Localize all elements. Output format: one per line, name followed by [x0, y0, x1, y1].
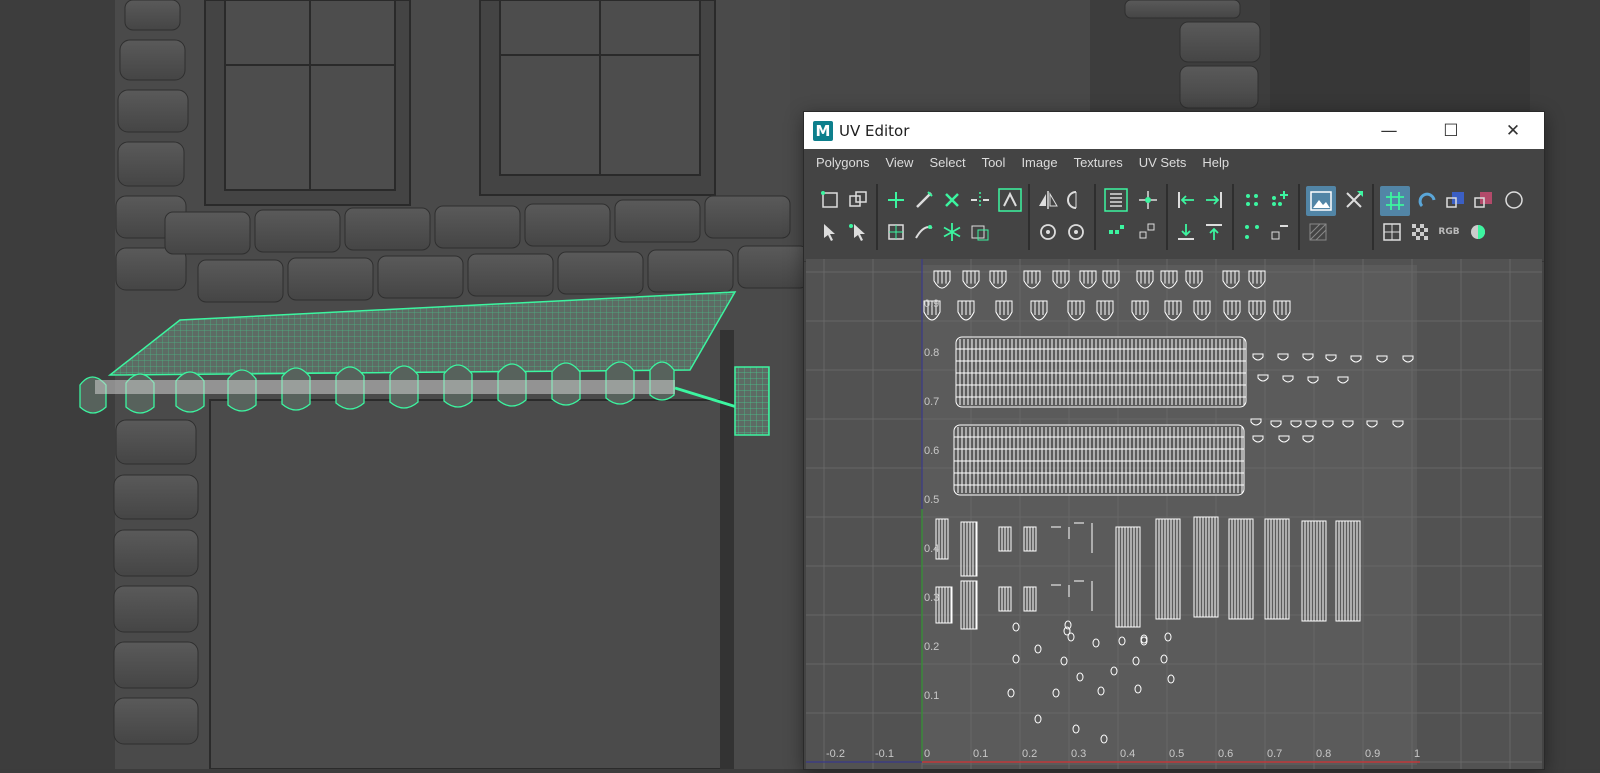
stitch-icon[interactable]: [968, 188, 992, 212]
v-tick: 0.8: [924, 347, 939, 359]
cut-uvs-icon[interactable]: [818, 188, 842, 212]
rotate-cw-icon[interactable]: [1064, 220, 1088, 244]
window-title: UV Editor: [839, 121, 910, 140]
menu-bar: Polygons View Select Tool Image Textures…: [804, 149, 1544, 176]
u-tick: 0.1: [973, 748, 988, 760]
align-top-icon[interactable]: [1202, 220, 1226, 244]
v-tick: 0.9: [924, 298, 939, 310]
menu-image[interactable]: Image: [1013, 149, 1065, 176]
sew-uvs-icon[interactable]: [846, 188, 870, 212]
grid-snap-icon: [1386, 192, 1404, 210]
v-tick: 0.7: [924, 396, 939, 408]
u-tick: 1: [1414, 748, 1420, 760]
flip-v-icon[interactable]: [1064, 188, 1088, 212]
minimize-button[interactable]: —: [1358, 112, 1420, 149]
align-right-icon[interactable]: [1202, 188, 1226, 212]
v-tick: 0.4: [924, 543, 939, 555]
texture-borders-icon[interactable]: [1500, 188, 1524, 212]
cut-tool-icon[interactable]: [912, 188, 936, 212]
align-bottom-icon[interactable]: [1174, 220, 1198, 244]
grid-display-icon[interactable]: [1380, 220, 1404, 244]
smear-icon[interactable]: [912, 220, 936, 244]
u-tick: 0.5: [1169, 748, 1184, 760]
orient-shells-icon[interactable]: [1106, 220, 1130, 244]
split-icon[interactable]: [940, 188, 964, 212]
align-left-icon[interactable]: [1174, 188, 1198, 212]
stack-shells-icon[interactable]: [1136, 220, 1160, 244]
uv-layout: -0.2 -0.1 0 0.1 0.2 0.3 0.4 0.5 0.6 0.7 …: [806, 259, 1542, 769]
shell-icon[interactable]: [1240, 188, 1264, 212]
u-tick: -0.2: [826, 748, 845, 760]
unfold-icon[interactable]: [1102, 186, 1130, 214]
checker-tiles-icon[interactable]: [1342, 188, 1366, 212]
uv-toolkit-toolbar: RGB: [804, 176, 1544, 262]
shaded-uvs-icon[interactable]: [1444, 188, 1468, 212]
menu-select[interactable]: Select: [921, 149, 973, 176]
title-bar[interactable]: M UV Editor — ☐ ✕: [804, 112, 1544, 149]
v-tick-labels: 0.1 0.2 0.3 0.4 0.5 0.6 0.7 0.8 0.9: [924, 298, 939, 702]
u-tick: 0.3: [1071, 748, 1086, 760]
rotate-ccw-icon[interactable]: [1036, 220, 1060, 244]
exposure-icon[interactable]: [1466, 220, 1490, 244]
border-select-icon[interactable]: [1240, 220, 1264, 244]
v-tick: 0.1: [924, 690, 939, 702]
symmetry-icon[interactable]: [996, 186, 1024, 214]
dim-image-icon[interactable]: [1306, 220, 1330, 244]
menu-help[interactable]: Help: [1194, 149, 1237, 176]
uv-grid-canvas[interactable]: -0.2 -0.1 0 0.1 0.2 0.3 0.4 0.5 0.6 0.7 …: [806, 259, 1542, 769]
select-face-icon[interactable]: [846, 220, 870, 244]
maximize-button[interactable]: ☐: [1420, 112, 1482, 149]
flip-u-icon[interactable]: [1036, 188, 1060, 212]
menu-textures[interactable]: Textures: [1066, 149, 1131, 176]
texel-density-icon[interactable]: [968, 220, 992, 244]
rgb-channels-button[interactable]: RGB: [1436, 220, 1462, 244]
magnet-icon[interactable]: [1416, 188, 1440, 212]
menu-tool[interactable]: Tool: [974, 149, 1014, 176]
layout-icon[interactable]: [1136, 188, 1160, 212]
v-tick: 0.5: [924, 494, 939, 506]
shrink-selection-icon[interactable]: [1268, 220, 1292, 244]
v-tick: 0.2: [924, 641, 939, 653]
image-display-toggle[interactable]: [1306, 186, 1336, 216]
distortion-icon[interactable]: [1472, 188, 1496, 212]
menu-uv-sets[interactable]: UV Sets: [1131, 149, 1195, 176]
u-tick: 0.7: [1267, 748, 1282, 760]
select-vertex-icon[interactable]: [818, 220, 842, 244]
uv-editor-window[interactable]: M UV Editor — ☐ ✕ Polygons View Select T…: [804, 112, 1544, 769]
v-tick: 0.3: [924, 592, 939, 604]
u-tick: 0.6: [1218, 748, 1233, 760]
maya-app-icon: M: [813, 120, 833, 141]
u-tick: 0: [924, 748, 930, 760]
close-button[interactable]: ✕: [1482, 112, 1544, 149]
image-icon: [1310, 191, 1332, 211]
u-tick: 0.4: [1120, 748, 1135, 760]
move-sew-icon[interactable]: [884, 188, 908, 212]
u-tick: 0.2: [1022, 748, 1037, 760]
v-tick: 0.6: [924, 445, 939, 457]
u-tick: 0.8: [1316, 748, 1331, 760]
u-tick: 0.9: [1365, 748, 1380, 760]
create-uvs-icon[interactable]: [884, 220, 908, 244]
menu-polygons[interactable]: Polygons: [808, 149, 877, 176]
u-tick: -0.1: [875, 748, 894, 760]
checker-map-icon[interactable]: [1408, 220, 1432, 244]
pin-snowflake-icon[interactable]: [940, 220, 964, 244]
grow-selection-icon[interactable]: [1268, 188, 1292, 212]
menu-view[interactable]: View: [877, 149, 921, 176]
grid-snap-toggle[interactable]: [1380, 186, 1410, 216]
